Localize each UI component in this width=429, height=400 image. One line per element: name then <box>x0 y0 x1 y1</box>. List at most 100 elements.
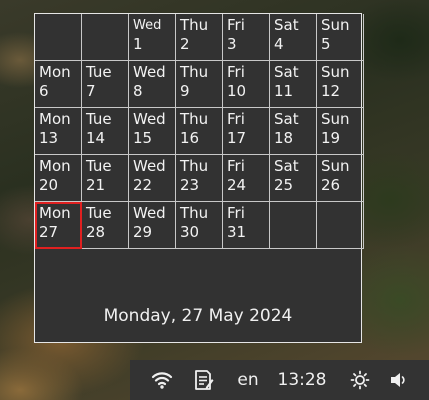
day-name: Thu <box>180 16 209 34</box>
notes-icon[interactable] <box>192 360 216 400</box>
calendar-day[interactable]: Fri 31 <box>223 202 270 249</box>
calendar-day[interactable]: Wed 15 <box>129 108 176 155</box>
day-number: 28 <box>86 223 106 241</box>
day-name: Mon <box>39 204 71 222</box>
calendar-day[interactable]: Sun 26 <box>317 155 364 202</box>
day-number: 2 <box>180 35 190 53</box>
calendar-empty-cell <box>82 14 129 61</box>
calendar-empty-cell <box>35 14 82 61</box>
day-number: 5 <box>321 35 331 53</box>
day-number: 29 <box>133 223 153 241</box>
day-number: 20 <box>39 176 59 194</box>
day-number: 25 <box>274 176 294 194</box>
calendar-day[interactable]: Fri 17 <box>223 108 270 155</box>
day-name: Thu <box>180 63 209 81</box>
day-name: Wed <box>133 157 166 175</box>
calendar-day[interactable]: Mon 20 <box>35 155 82 202</box>
day-number: 30 <box>180 223 200 241</box>
day-name: Mon <box>39 110 71 128</box>
calendar-day[interactable]: Fri 10 <box>223 61 270 108</box>
day-number: 14 <box>86 129 106 147</box>
day-number: 12 <box>321 82 341 100</box>
day-name: Tue <box>86 157 112 175</box>
day-name: Tue <box>86 63 112 81</box>
day-number: 17 <box>227 129 247 147</box>
calendar-day-today[interactable]: Mon 27 <box>35 202 82 249</box>
day-number: 19 <box>321 129 341 147</box>
calendar-empty-cell <box>317 202 364 249</box>
day-name: Mon <box>39 63 71 81</box>
day-name: Wed <box>133 18 162 33</box>
day-name: Sat <box>274 110 299 128</box>
calendar-day[interactable]: Mon 6 <box>35 61 82 108</box>
day-name: Sat <box>274 63 299 81</box>
calendar-day[interactable]: Thu 9 <box>176 61 223 108</box>
day-name: Thu <box>180 110 209 128</box>
day-name: Wed <box>133 204 166 222</box>
day-number: 24 <box>227 176 247 194</box>
day-name: Wed <box>133 110 166 128</box>
day-name: Thu <box>180 204 209 222</box>
calendar-day[interactable]: Sat 4 <box>270 14 317 61</box>
calendar-day[interactable]: Tue 21 <box>82 155 129 202</box>
calendar-day[interactable]: Thu 16 <box>176 108 223 155</box>
calendar-day[interactable]: Sat 18 <box>270 108 317 155</box>
day-name: Wed <box>133 63 166 81</box>
day-name: Fri <box>227 157 245 175</box>
day-number: 4 <box>274 35 284 53</box>
calendar-day[interactable]: Thu 2 <box>176 14 223 61</box>
day-name: Sun <box>321 63 350 81</box>
day-name: Thu <box>180 157 209 175</box>
day-name: Sun <box>321 16 350 34</box>
day-number: 22 <box>133 176 153 194</box>
day-number: 27 <box>39 223 59 241</box>
wifi-icon[interactable] <box>148 360 176 400</box>
calendar-day[interactable]: Fri 24 <box>223 155 270 202</box>
day-number: 1 <box>133 35 143 53</box>
calendar-day[interactable]: Sun 12 <box>317 61 364 108</box>
calendar-day[interactable]: Sun 19 <box>317 108 364 155</box>
day-number: 23 <box>180 176 200 194</box>
calendar-day[interactable]: Thu 23 <box>176 155 223 202</box>
calendar-day[interactable]: Wed 22 <box>129 155 176 202</box>
taskbar: en 13:28 <box>130 360 429 400</box>
day-number: 15 <box>133 129 153 147</box>
day-number: 26 <box>321 176 341 194</box>
calendar-day[interactable]: Tue 7 <box>82 61 129 108</box>
brightness-icon[interactable] <box>348 360 372 400</box>
calendar-day[interactable]: Fri 3 <box>223 14 270 61</box>
calendar-day[interactable]: Thu 30 <box>176 202 223 249</box>
day-number: 16 <box>180 129 200 147</box>
day-number: 11 <box>274 82 294 100</box>
day-name: Fri <box>227 110 245 128</box>
calendar-day[interactable]: Sat 11 <box>270 61 317 108</box>
day-name: Tue <box>86 110 112 128</box>
volume-icon[interactable] <box>386 360 410 400</box>
day-number: 10 <box>227 82 247 100</box>
day-number: 7 <box>86 82 96 100</box>
day-name: Sat <box>274 16 299 34</box>
calendar-day[interactable]: Wed 29 <box>129 202 176 249</box>
day-number: 18 <box>274 129 294 147</box>
calendar-day[interactable]: Wed 1 <box>129 14 176 61</box>
day-name: Sat <box>274 157 299 175</box>
calendar-grid: Wed 1 Thu 2 Fri 3 Sat 4 Sun 5 Mon 6 Tue 7 Wed 8 Thu 9 Fri 1… <box>35 14 364 249</box>
keyboard-layout[interactable]: en <box>234 360 262 400</box>
day-name: Tue <box>86 204 112 222</box>
day-number: 8 <box>133 82 143 100</box>
day-number: 13 <box>39 129 59 147</box>
calendar-day[interactable]: Wed 8 <box>129 61 176 108</box>
day-number: 3 <box>227 35 237 53</box>
day-number: 21 <box>86 176 106 194</box>
calendar-day[interactable]: Tue 14 <box>82 108 129 155</box>
calendar-popup: Wed 1 Thu 2 Fri 3 Sat 4 Sun 5 Mon 6 Tue 7 Wed 8 Thu 9 Fri 1… <box>34 13 364 343</box>
calendar-full-date: Monday, 27 May 2024 <box>103 306 293 326</box>
day-name: Fri <box>227 204 245 222</box>
calendar-day[interactable]: Mon 13 <box>35 108 82 155</box>
day-number: 9 <box>180 82 190 100</box>
calendar-empty-cell <box>270 202 317 249</box>
calendar-day[interactable]: Tue 28 <box>82 202 129 249</box>
calendar-day[interactable]: Sun 5 <box>317 14 364 61</box>
calendar-day[interactable]: Sat 25 <box>270 155 317 202</box>
clock[interactable]: 13:28 <box>274 360 330 400</box>
